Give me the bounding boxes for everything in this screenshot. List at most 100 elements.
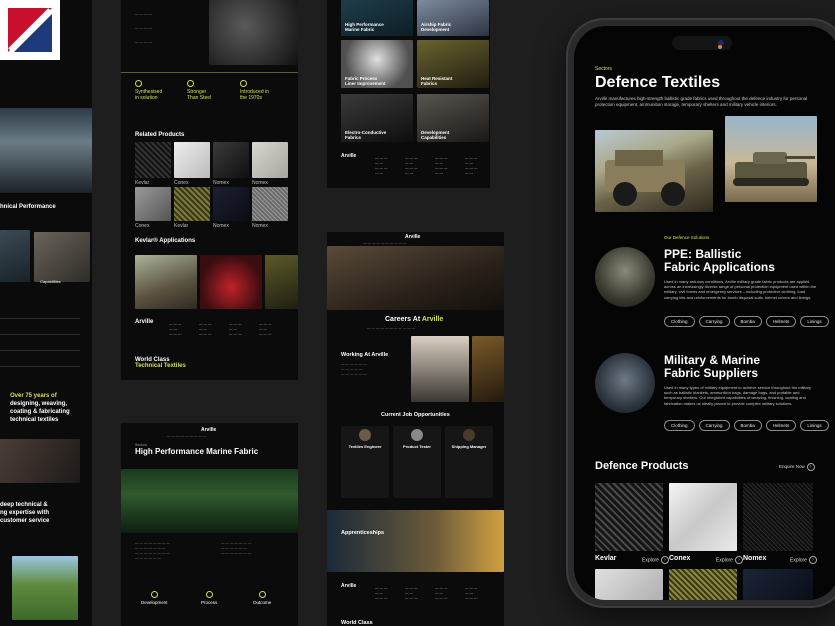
- pill-carrying[interactable]: Carrying: [698, 316, 730, 327]
- job-title: Textiles Engineer: [348, 444, 382, 449]
- over-years-l1: Over 75 years of: [10, 393, 57, 399]
- factory-photo: [472, 336, 504, 402]
- step-process: Process: [201, 591, 217, 605]
- river-image: [12, 556, 78, 620]
- step-development: Development: [141, 591, 168, 605]
- product-swatch[interactable]: [135, 187, 171, 221]
- worker-photo: [411, 336, 469, 402]
- fabric-hero-image: [209, 0, 298, 65]
- tile-label: Fabric Process Liner Improvement: [345, 76, 386, 86]
- job-title: Shipping Manager: [451, 444, 487, 449]
- camera-indicator: [718, 45, 722, 49]
- process-icon: [205, 591, 213, 598]
- over-years-l2: designing, weaving,: [10, 401, 68, 407]
- tile-label: Airship Fabric Development: [421, 22, 452, 32]
- pill-helmets[interactable]: Helmets: [765, 420, 797, 431]
- apprentice-image: [327, 510, 504, 572]
- phone-title: Defence Textiles: [595, 74, 721, 91]
- tile-label: High Performance Marine Fabric: [345, 22, 384, 32]
- job-avatar: [411, 429, 423, 441]
- ppe-heading: PPE: Ballistic Fabric Applications: [664, 247, 775, 274]
- page-title: High Performance Marine Fabric: [135, 447, 259, 456]
- humvee-image: [595, 130, 713, 212]
- product-conex-label: Conex: [669, 555, 691, 562]
- pill-bomba[interactable]: Bomba: [733, 420, 762, 431]
- product-label: Kevlar: [135, 180, 150, 186]
- applications-title: Kevlar® Applications: [135, 238, 196, 244]
- ppe-text: Used in many arduous conditions, Arville…: [664, 279, 817, 300]
- pill-linings[interactable]: Linings: [800, 420, 829, 431]
- job-card[interactable]: Product Tester: [393, 426, 441, 498]
- arrow-right-icon: ›: [734, 556, 743, 564]
- dynamic-island: [672, 36, 732, 50]
- military-pills: Clothing Carrying Bomba Helmets Linings: [664, 414, 833, 432]
- page-careers: Arville — — — — — — — — — — Careers At A…: [327, 232, 504, 626]
- pill-helmets[interactable]: Helmets: [765, 316, 797, 327]
- jobs-heading: Current Job Opportunities: [381, 412, 450, 418]
- product-nomex-swatch[interactable]: [743, 483, 813, 551]
- development-icon: [150, 591, 158, 598]
- working-heading: Working At Arville: [341, 352, 389, 358]
- mockup-stage: hnical Performance Capabilities Over 75 …: [0, 0, 835, 626]
- products-heading: Defence Products: [595, 460, 689, 472]
- job-title: Product Tester: [403, 444, 431, 449]
- feature-2: Stronger Than Steel: [187, 80, 211, 101]
- solutions-label: Our Defence Solutions: [664, 235, 710, 240]
- product-label: Kevlar: [174, 223, 189, 229]
- deep-expertise-l1: deep technical &: [0, 502, 48, 508]
- product-swatch[interactable]: [174, 142, 210, 178]
- job-avatar: [359, 429, 371, 441]
- explore-conex-link[interactable]: Explore ›: [716, 556, 743, 564]
- footer-brand[interactable]: Arville: [341, 153, 356, 159]
- feature-2-icon: [187, 80, 194, 87]
- product-swatch[interactable]: [135, 142, 171, 178]
- feature-1: Synthesised in solution: [135, 80, 162, 101]
- eyebrow: Sectors: [595, 66, 612, 72]
- pill-clothing[interactable]: Clothing: [664, 420, 695, 431]
- arville-logo[interactable]: [0, 0, 60, 60]
- product-swatch[interactable]: [252, 142, 288, 178]
- footer-brand[interactable]: Arville: [135, 319, 153, 325]
- product-swatch[interactable]: [213, 187, 249, 221]
- step-outcome: Outcome: [253, 591, 271, 605]
- product-swatch[interactable]: [252, 187, 288, 221]
- product-swatch-row2[interactable]: [669, 569, 737, 600]
- job-card[interactable]: Textiles Engineer: [341, 426, 389, 498]
- world-class-heading: World Class: [341, 620, 373, 626]
- soldiers-jungle-image: [121, 469, 298, 533]
- product-swatch[interactable]: [174, 187, 210, 221]
- footer-brand[interactable]: Arville: [341, 583, 356, 589]
- product-kevlar-swatch[interactable]: [595, 483, 663, 551]
- explore-nomex-link[interactable]: Explore ›: [790, 556, 817, 564]
- car-image: [200, 255, 262, 309]
- pill-linings[interactable]: Linings: [800, 316, 829, 327]
- pill-carrying[interactable]: Carrying: [698, 420, 730, 431]
- product-label: Nomex: [252, 223, 268, 229]
- enquire-now-link[interactable]: Enquire Now ›: [779, 463, 815, 471]
- page-kevlar: — — — — — — — — — — — — Synthesised in so…: [121, 0, 298, 380]
- product-swatch-row2[interactable]: [595, 569, 663, 600]
- workshop-image: [327, 246, 504, 310]
- page-left-partial: hnical Performance Capabilities Over 75 …: [0, 0, 92, 626]
- nav-brand[interactable]: Arville: [405, 234, 420, 240]
- job-card[interactable]: Shipping Manager: [445, 426, 493, 498]
- vehicle-image: [135, 255, 197, 309]
- firefighter-image: [265, 255, 298, 309]
- product-swatch-row2[interactable]: [743, 569, 813, 600]
- phone-screen: Sectors Defence Textiles Arville manufac…: [574, 26, 835, 600]
- explore-kevlar-link[interactable]: Explore ›: [642, 556, 669, 564]
- warehouse-image: [0, 108, 92, 193]
- over-years-l4: technical textiles: [10, 417, 59, 423]
- performance-heading: hnical Performance: [0, 204, 56, 210]
- pill-clothing[interactable]: Clothing: [664, 316, 695, 327]
- related-products-title: Related Products: [135, 132, 185, 138]
- page-marine-fabric: Arville — — — — — — — — — Sectors High P…: [121, 423, 298, 626]
- product-swatch[interactable]: [213, 142, 249, 178]
- deep-expertise-l3: customer service: [0, 518, 50, 524]
- tile-label: Heat Resistant Fabrics: [421, 76, 453, 86]
- nav-brand[interactable]: Arville: [201, 427, 216, 433]
- product-conex-swatch[interactable]: [669, 483, 737, 551]
- pill-bomba[interactable]: Bomba: [733, 316, 762, 327]
- military-text: Used in many types of military equipment…: [664, 385, 811, 406]
- product-label: Nomex: [213, 223, 229, 229]
